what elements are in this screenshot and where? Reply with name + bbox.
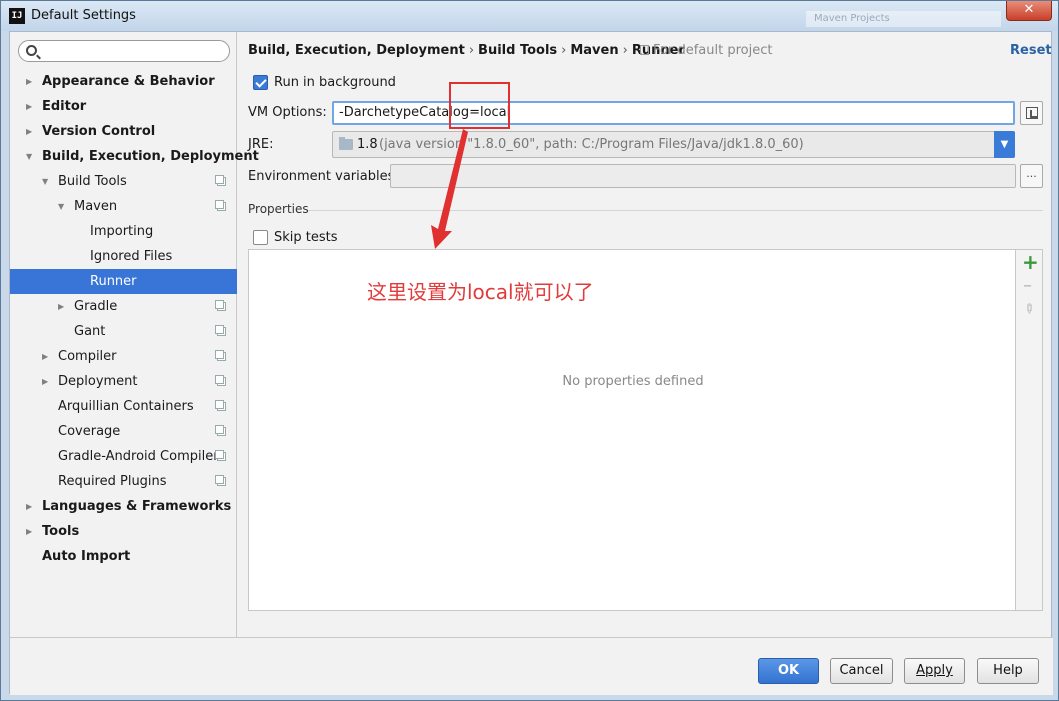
annotation-arrow — [431, 129, 468, 249]
settings-window: IJ Default Settings Maven Projects ✕ ▶ Ap… — [0, 0, 1059, 701]
